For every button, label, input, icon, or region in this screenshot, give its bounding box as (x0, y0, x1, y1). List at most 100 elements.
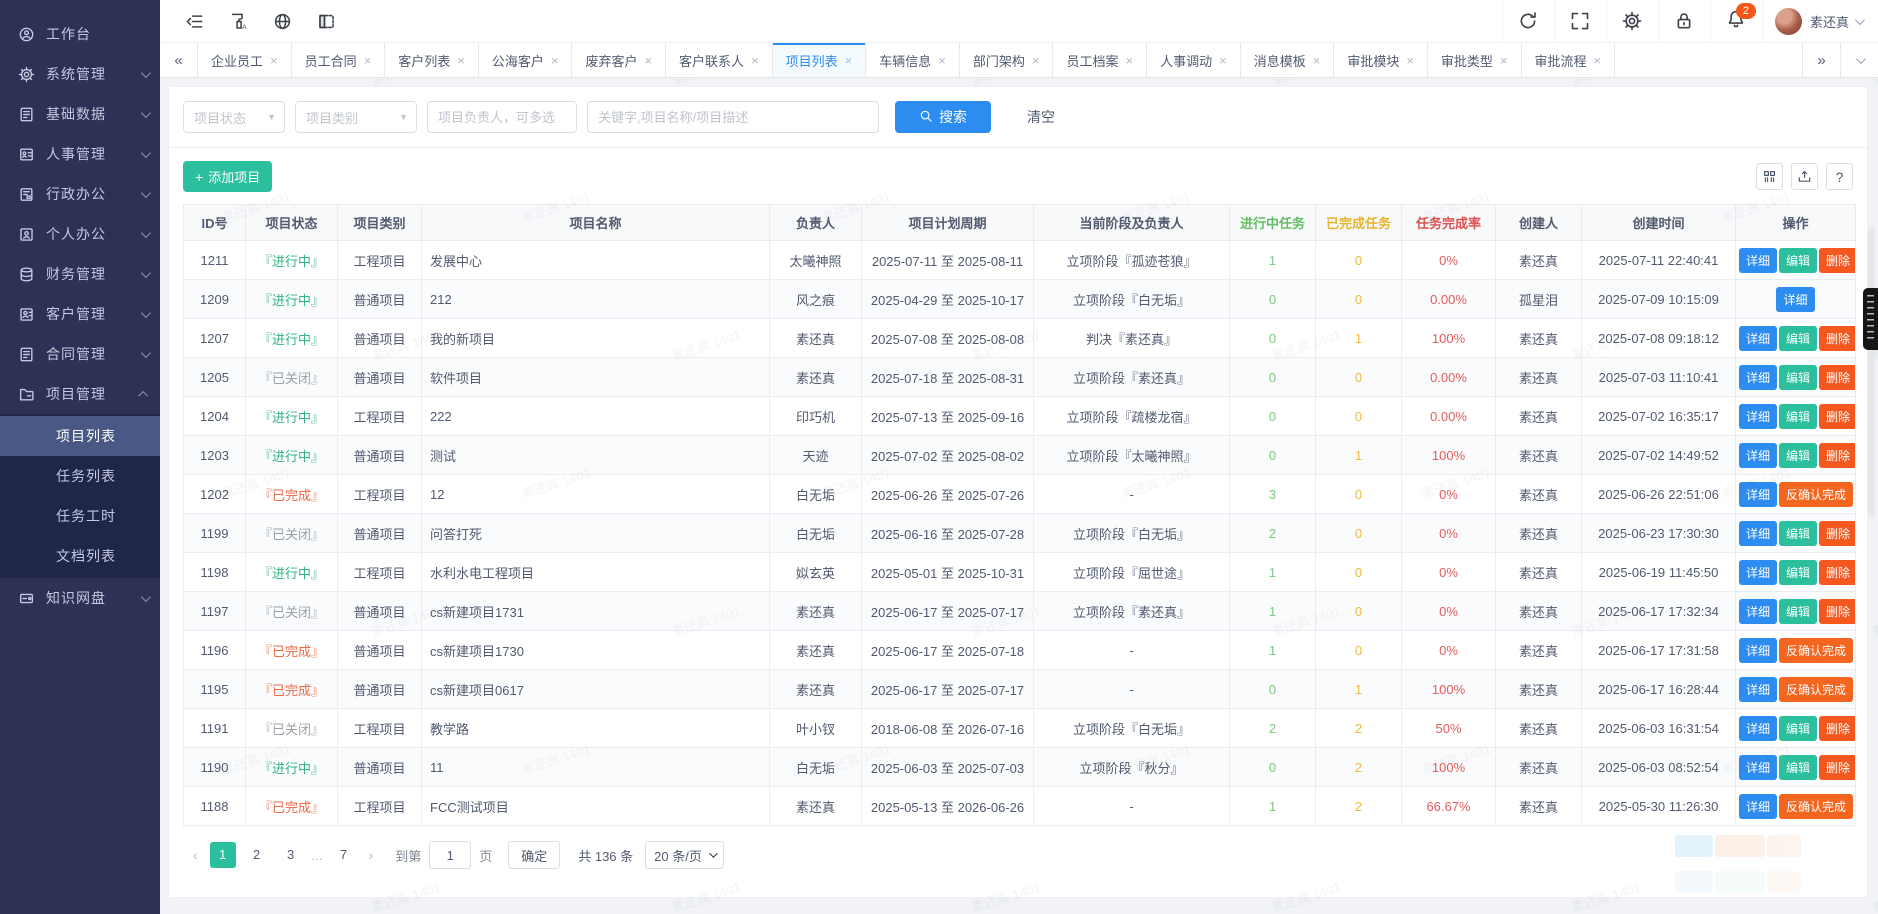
edit-button[interactable]: 编辑 (1779, 443, 1817, 468)
sidebar-subitem-task-hours[interactable]: 任务工时 (0, 496, 160, 536)
edit-button[interactable]: 编辑 (1779, 560, 1817, 585)
prev-page-icon[interactable]: ‹ (185, 847, 206, 863)
format-brush-icon[interactable]: A (216, 0, 260, 42)
detail-button[interactable]: 详细 (1739, 638, 1777, 663)
export-icon[interactable] (1791, 163, 1818, 190)
sidebar-subitem-task-list[interactable]: 任务列表 (0, 456, 160, 496)
delete-button[interactable]: 删除 (1819, 755, 1855, 780)
tab[interactable]: 审批模块× (1334, 43, 1428, 77)
detail-button[interactable]: 详细 (1739, 560, 1777, 585)
tab[interactable]: 审批类型× (1428, 43, 1522, 77)
confirm-button[interactable]: 确定 (508, 841, 560, 869)
scrollbar-thumb[interactable] (1868, 227, 1875, 517)
close-icon[interactable]: × (1594, 53, 1602, 68)
edit-button[interactable]: 编辑 (1779, 521, 1817, 546)
project-status-select[interactable]: 项目状态▼ (183, 101, 285, 133)
globe-icon[interactable] (260, 0, 304, 42)
page-button[interactable]: 7 (331, 842, 357, 868)
goto-page-input[interactable] (429, 841, 471, 869)
delete-button[interactable]: 删除 (1819, 599, 1855, 624)
project-owner-input[interactable] (427, 101, 577, 133)
tab[interactable]: 项目列表× (773, 43, 867, 77)
tabs-scroll-left-icon[interactable]: « (160, 43, 198, 77)
delete-button[interactable]: 删除 (1819, 521, 1855, 546)
sidebar-item-workbench[interactable]: 工作台 (0, 14, 160, 54)
delete-button[interactable]: 删除 (1819, 404, 1855, 429)
tab[interactable]: 部门架构× (960, 43, 1054, 77)
detail-button[interactable]: 详细 (1739, 326, 1777, 351)
user-menu[interactable]: 素还真 (1762, 0, 1878, 42)
tab[interactable]: 客户列表× (385, 43, 479, 77)
edit-button[interactable]: 编辑 (1779, 404, 1817, 429)
close-icon[interactable]: × (938, 53, 946, 68)
tabs-menu-icon[interactable] (1840, 43, 1878, 77)
delete-button[interactable]: 删除 (1819, 326, 1855, 351)
clear-button[interactable]: 清空 (1027, 107, 1055, 127)
sidebar-item-admin-office[interactable]: 行政办公 (0, 174, 160, 214)
sidebar-item-contract[interactable]: 合同管理 (0, 334, 160, 374)
detail-button[interactable]: 详细 (1739, 482, 1777, 507)
edit-button[interactable]: 编辑 (1779, 716, 1817, 741)
lock-icon[interactable] (1658, 0, 1710, 42)
bell-icon[interactable]: 2 (1710, 0, 1762, 42)
edit-button[interactable]: 编辑 (1779, 599, 1817, 624)
side-handle[interactable] (1863, 288, 1878, 350)
sidebar-item-project[interactable]: 项目管理 (0, 374, 160, 414)
sidebar-subitem-project-list[interactable]: 项目列表 (0, 416, 160, 456)
tab[interactable]: 客户联系人× (666, 43, 773, 77)
close-icon[interactable]: × (1219, 53, 1227, 68)
detail-button[interactable]: 详细 (1739, 755, 1777, 780)
close-icon[interactable]: × (751, 53, 759, 68)
close-icon[interactable]: × (644, 53, 652, 68)
close-icon[interactable]: × (1406, 53, 1414, 68)
sidebar-item-knowledge[interactable]: 知识网盘 (0, 578, 160, 618)
detail-button[interactable]: 详细 (1739, 716, 1777, 741)
detail-button[interactable]: 详细 (1739, 248, 1777, 273)
close-icon[interactable]: × (457, 53, 465, 68)
tab[interactable]: 消息模板× (1241, 43, 1335, 77)
close-icon[interactable]: × (1032, 53, 1040, 68)
tab[interactable]: 员工档案× (1053, 43, 1147, 77)
sidebar-item-base-data[interactable]: 基础数据 (0, 94, 160, 134)
tab[interactable]: 员工合同× (292, 43, 386, 77)
detail-button[interactable]: 详细 (1739, 599, 1777, 624)
column-settings-icon[interactable] (1756, 163, 1783, 190)
tabs-scroll-right-icon[interactable]: » (1802, 43, 1840, 77)
sidebar-item-personal-office[interactable]: 个人办公 (0, 214, 160, 254)
unconfirm-button[interactable]: 反确认完成 (1779, 794, 1853, 819)
collapse-menu-icon[interactable] (172, 0, 216, 42)
tab[interactable]: 废弃客户× (572, 43, 666, 77)
close-icon[interactable]: × (1500, 53, 1508, 68)
edit-button[interactable]: 编辑 (1779, 248, 1817, 273)
edit-button[interactable]: 编辑 (1779, 326, 1817, 351)
delete-button[interactable]: 删除 (1819, 560, 1855, 585)
close-icon[interactable]: × (270, 53, 278, 68)
unconfirm-button[interactable]: 反确认完成 (1779, 482, 1853, 507)
close-icon[interactable]: × (1126, 53, 1134, 68)
layout-grid-icon[interactable] (304, 0, 348, 42)
delete-button[interactable]: 删除 (1819, 443, 1855, 468)
close-icon[interactable]: × (845, 53, 853, 68)
detail-button[interactable]: 详细 (1739, 794, 1777, 819)
close-icon[interactable]: × (1313, 53, 1321, 68)
next-page-icon[interactable]: › (361, 847, 382, 863)
close-icon[interactable]: × (364, 53, 372, 68)
detail-button[interactable]: 详细 (1739, 521, 1777, 546)
tab[interactable]: 审批流程× (1522, 43, 1616, 77)
project-category-select[interactable]: 项目类别▼ (295, 101, 417, 133)
sidebar-item-system[interactable]: 系统管理 (0, 54, 160, 94)
settings-gear-icon[interactable] (1606, 0, 1658, 42)
detail-button[interactable]: 详细 (1739, 443, 1777, 468)
close-icon[interactable]: × (551, 53, 559, 68)
edit-button[interactable]: 编辑 (1779, 365, 1817, 390)
tab[interactable]: 企业员工× (198, 43, 292, 77)
tab[interactable]: 车辆信息× (866, 43, 960, 77)
fullscreen-icon[interactable] (1554, 0, 1606, 42)
sidebar-item-hr[interactable]: 人事管理 (0, 134, 160, 174)
help-icon[interactable]: ? (1826, 163, 1853, 190)
delete-button[interactable]: 删除 (1819, 365, 1855, 390)
keyword-input[interactable] (587, 101, 879, 133)
sidebar-item-finance[interactable]: 财务管理 (0, 254, 160, 294)
sidebar-subitem-doc-list[interactable]: 文档列表 (0, 536, 160, 576)
unconfirm-button[interactable]: 反确认完成 (1779, 638, 1853, 663)
